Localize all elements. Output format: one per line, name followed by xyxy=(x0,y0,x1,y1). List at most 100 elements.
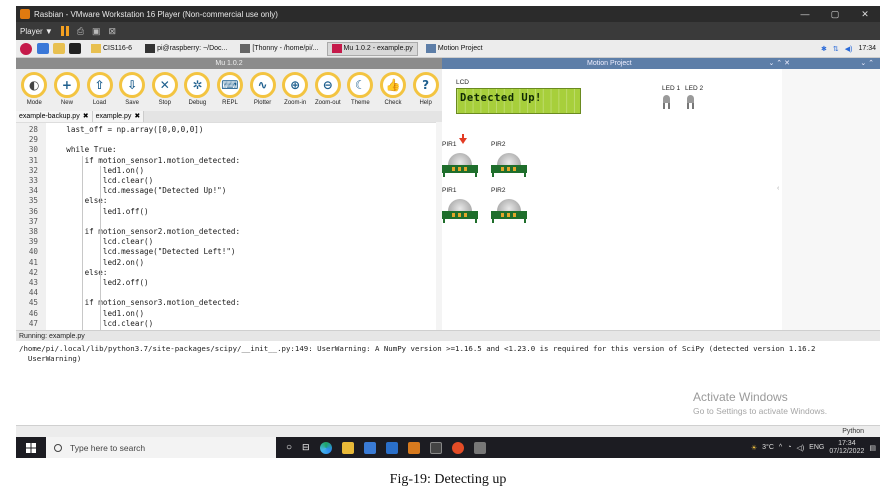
code-text: led1.on() xyxy=(102,165,145,175)
theme-icon: ☾ xyxy=(347,72,374,98)
raspbian-task-0[interactable]: CIS116-6 xyxy=(86,42,137,56)
code-line: 39 lcd.clear() xyxy=(16,237,442,247)
motion-project-window-controls[interactable]: ⌄ ⌃ ✕ xyxy=(769,58,791,69)
code-text: led1.on() xyxy=(102,308,145,318)
terminal-taskbar-icon[interactable] xyxy=(429,441,442,454)
stop-button[interactable]: ✕ Stop xyxy=(148,72,181,106)
tab-1[interactable]: example.py ✖ xyxy=(92,111,145,122)
new-button[interactable]: + New xyxy=(51,72,84,106)
windows-start-button[interactable] xyxy=(16,442,46,453)
tab-0[interactable]: example-backup.py ✖ xyxy=(16,111,93,122)
code-text: lcd.clear() xyxy=(102,237,154,247)
theme-button[interactable]: ☾ Theme xyxy=(344,72,377,106)
code-line: 42 else: xyxy=(16,268,442,278)
running-label: Running: example.py xyxy=(16,330,880,341)
player-menu[interactable]: Player ▼ xyxy=(20,27,53,36)
check-button[interactable]: 👍 Check xyxy=(377,72,410,106)
code-line: 38 if motion_sensor2.motion_detected: xyxy=(16,227,442,237)
plotter-button[interactable]: ∿ Plotter xyxy=(246,72,279,106)
line-number: 44 xyxy=(28,288,38,298)
mu-titlebar: Mu 1.0.2 xyxy=(16,58,442,69)
repl-button[interactable]: ⌨ REPL xyxy=(214,72,247,106)
code-text: else: xyxy=(84,267,108,277)
toolbar-label: Plotter xyxy=(253,100,272,106)
new-icon: + xyxy=(53,72,80,98)
raspbian-task-4[interactable]: Motion Project xyxy=(421,42,488,56)
windows-clock[interactable]: 17:34 07/12/2022 xyxy=(829,440,864,456)
pir3-sensor-icon[interactable] xyxy=(442,199,478,223)
line-number: 30 xyxy=(28,145,38,155)
network-icon[interactable]: ⇅ xyxy=(833,45,839,53)
mode-button[interactable]: ◐ Mode xyxy=(18,72,51,106)
task-view-icon[interactable]: ⊟ xyxy=(302,442,310,453)
load-button[interactable]: ⇧ Load xyxy=(83,72,116,106)
help-button[interactable]: ? Help xyxy=(409,72,442,106)
pir1-top-label: PIR1 xyxy=(442,141,457,148)
chevron-up-icon[interactable]: ^ xyxy=(779,444,782,451)
pir4-sensor-icon[interactable] xyxy=(491,199,527,223)
minimize-icon[interactable]: — xyxy=(790,9,820,19)
unity-icon[interactable]: ⊠ xyxy=(109,26,117,37)
browser-icon[interactable] xyxy=(37,43,49,54)
raspbian-task-3[interactable]: Mu 1.0.2 - example.py xyxy=(326,41,418,56)
vmware-taskbar-icon[interactable] xyxy=(407,441,420,454)
mail-icon[interactable] xyxy=(385,441,398,454)
fit-window-icon[interactable]: ▣ xyxy=(92,26,101,37)
code-text: lcd.clear() xyxy=(102,318,154,328)
ie-icon[interactable] xyxy=(451,441,464,454)
code-text: led2.on() xyxy=(102,257,145,267)
task-label: Mu 1.0.2 - example.py xyxy=(343,45,413,52)
zoom-out-icon: ⊖ xyxy=(314,72,341,98)
tab-label: example-backup.py xyxy=(19,113,80,120)
toolbar-label: REPL xyxy=(222,100,238,106)
code-line: 46 led1.on() xyxy=(16,309,442,319)
code-line: 43 led2.off() xyxy=(16,278,442,288)
maximize-icon[interactable]: ▢ xyxy=(820,9,850,20)
ctrl-alt-del-icon[interactable]: ⎙ xyxy=(77,26,84,37)
zoom-in-button[interactable]: ⊕ Zoom-in xyxy=(279,72,312,106)
debug-button[interactable]: ✲ Debug xyxy=(181,72,214,106)
app-taskbar-icon[interactable] xyxy=(473,441,486,454)
file-explorer-icon[interactable] xyxy=(341,441,354,454)
zoom-out-button[interactable]: ⊖ Zoom-out xyxy=(311,72,344,106)
code-text: if motion_sensor2.motion_detected: xyxy=(84,227,241,236)
edge-icon[interactable] xyxy=(319,441,332,454)
mu-window-controls[interactable]: ⌄ ⌃ xyxy=(860,58,874,69)
volume-icon[interactable]: ◀) xyxy=(845,45,853,53)
save-icon: ⇩ xyxy=(119,72,146,98)
speaker-icon[interactable]: ◁) xyxy=(796,444,804,452)
cortana-icon[interactable]: ○ xyxy=(286,442,292,453)
code-text: led2.off() xyxy=(102,278,149,287)
wifi-icon[interactable]: ◔ xyxy=(787,444,791,451)
raspberry-menu-icon[interactable] xyxy=(20,42,32,55)
file-manager-icon[interactable] xyxy=(53,43,65,54)
pause-icon[interactable] xyxy=(60,26,69,36)
close-icon[interactable]: ✕ xyxy=(850,9,880,20)
code-editor[interactable]: 28 last_off = np.array([0,0,0,0]) 29 30 wh… xyxy=(16,122,442,330)
close-tab-icon[interactable]: ✖ xyxy=(134,113,140,120)
code-line: 41 led2.on() xyxy=(16,258,442,268)
pir2-sensor-icon[interactable] xyxy=(491,153,527,177)
windows-search-box[interactable]: Type here to search xyxy=(46,437,276,458)
indent-guide xyxy=(82,155,83,330)
notification-icon[interactable]: ▤ xyxy=(869,444,876,452)
store-icon[interactable] xyxy=(363,441,376,454)
raspbian-task-2[interactable]: [Thonny - /home/pi/... xyxy=(235,42,323,56)
terminal-icon[interactable] xyxy=(69,43,81,54)
line-number: 36 xyxy=(28,206,38,216)
save-button[interactable]: ⇩ Save xyxy=(116,72,149,106)
lcd-display: Detected Up! xyxy=(456,88,581,114)
toolbar-label: Debug xyxy=(188,100,207,106)
weather-icon[interactable]: ☀ xyxy=(751,444,757,452)
close-tab-icon[interactable]: ✖ xyxy=(83,113,89,120)
led1-icon xyxy=(663,95,670,109)
raspbian-task-1[interactable]: pi@raspberry: ~/Doc... xyxy=(140,42,232,56)
language-indicator[interactable]: ENG xyxy=(809,444,824,451)
pir1-sensor-icon[interactable] xyxy=(442,153,478,177)
bluetooth-icon[interactable]: ✱ xyxy=(821,45,827,53)
